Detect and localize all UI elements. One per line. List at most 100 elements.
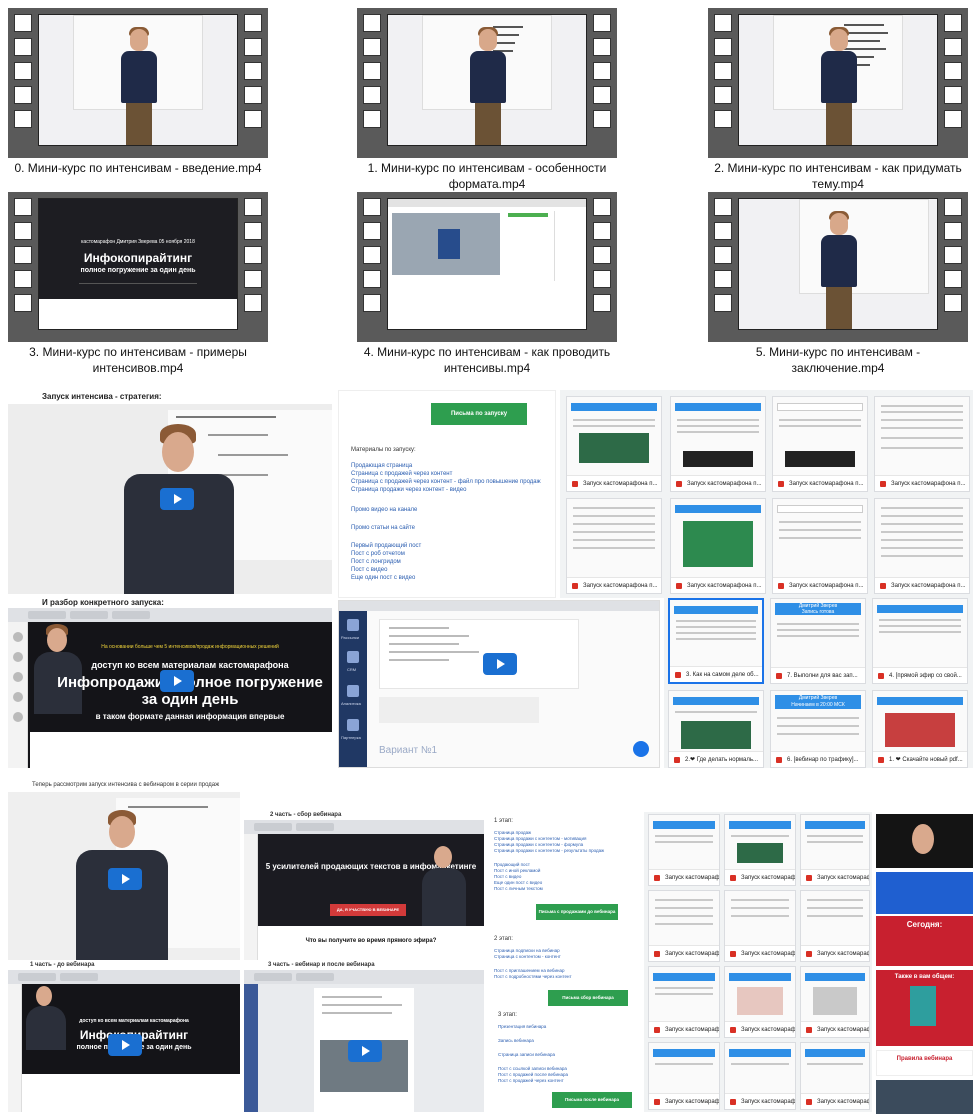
materials-link[interactable]: Страница продажи через контент - видео (351, 487, 466, 493)
video-filename[interactable]: 3. Мини-курс по интенсивам - примеры инт… (8, 344, 268, 376)
drive-file-card[interactable]: 2.❤ Где делать нормаль... (668, 690, 764, 768)
post-link[interactable]: Пост с лонгридом (351, 559, 401, 565)
video-thumbnail[interactable] (8, 8, 268, 158)
drive-file-card[interactable]: Запуск кастомарафона п... (648, 814, 720, 886)
video-thumbnail[interactable] (708, 192, 968, 342)
post-link[interactable]: Еще один пост с видео (351, 575, 415, 581)
stage-link[interactable]: Пост с продажей через контент (498, 1078, 564, 1083)
webinar-cta-button[interactable]: ДА, Я УЧАСТВУЮ В ВЕБИНАРЕ (330, 904, 406, 916)
drive-file-card[interactable]: Запуск кастомарафона п... (800, 966, 870, 1038)
stage-link[interactable]: Пост с личным текстом (494, 886, 543, 891)
drive-file-card[interactable]: Запуск кастомарафона п... (724, 1042, 796, 1110)
drive-file-card[interactable]: 4. [прямой эфир со свой... (872, 598, 968, 684)
play-button[interactable] (348, 1040, 382, 1062)
stage-link[interactable]: Пост с продажей после вебинара (498, 1072, 568, 1077)
stage-link[interactable]: Страница продажи с контентом - результат… (494, 848, 604, 853)
stage-link[interactable]: Страница с контентом - контент (494, 954, 561, 959)
play-button[interactable] (160, 488, 194, 510)
part3-video[interactable] (244, 970, 484, 1112)
stage-link[interactable]: Пост с приглашением на вебинар (494, 968, 565, 973)
play-button[interactable] (108, 868, 142, 890)
stage-letters-button[interactable]: Письма с продажами до вебинара (536, 904, 618, 920)
play-button[interactable] (483, 653, 517, 675)
drive-file-card[interactable]: Запуск кастомарафона п... (800, 1042, 870, 1110)
crm-nav-label[interactable]: Рассылки (341, 635, 359, 640)
video-filename[interactable]: 4. Мини-курс по интенсивам - как проводи… (357, 344, 617, 376)
drive-file-card[interactable]: Запуск кастомарафона п... (724, 966, 796, 1038)
stage-link[interactable]: Страница продаж (494, 830, 531, 835)
materials-link[interactable]: Страница с продажей через контент - файл… (351, 479, 541, 485)
video-thumbnail[interactable] (708, 8, 968, 158)
video-thumbnail[interactable] (357, 192, 617, 342)
slide-access: доступ ко всем материалам кастомарафона (79, 1018, 189, 1024)
materials-link[interactable]: Страница с продажей через контент (351, 471, 452, 477)
stage-link[interactable]: Презентация вебинара (498, 1024, 546, 1029)
stage-title: 2 этап: (494, 936, 513, 942)
stage-link[interactable]: Пост с ссылкой записи вебинара (498, 1066, 567, 1071)
crm-nav-label[interactable]: Аналитика (341, 701, 361, 706)
drive-file-card[interactable]: Дмитрий Зверев Запись готова 7. Выполни д… (770, 598, 866, 684)
crm-screenshot: Рассылки CRM Аналитика Партнерка Вариант… (338, 600, 660, 768)
drive-file-card[interactable]: Запуск кастомарафона п... (648, 966, 720, 1038)
drive-file-card[interactable]: Запуск кастомарафона п... (772, 396, 868, 492)
promo-article-link[interactable]: Промо статьи на сайте (351, 525, 415, 531)
drive-file-card[interactable]: Запуск кастомарафона п... (648, 890, 720, 962)
drive-file-card[interactable]: Запуск кастомарафона п... (800, 890, 870, 962)
analysis-video[interactable]: На основании больше чем 5 интенсивов/про… (8, 608, 332, 768)
video-filename[interactable]: 1. Мини-курс по интенсивам - особенности… (357, 160, 617, 192)
drive-file-card[interactable]: Запуск кастомарафона п... (874, 498, 970, 594)
presenter-figure (420, 846, 470, 926)
drive-file-card[interactable]: Запуск кастомарафона п... (800, 814, 870, 886)
drive-file-card[interactable]: 1. ❤ Скачайте новый pdf... (872, 690, 968, 768)
stage-link[interactable]: Страница продажи с контентом - мотивация (494, 836, 586, 841)
video-filename[interactable]: 2. Мини-курс по интенсивам - как придума… (708, 160, 968, 192)
stage-link[interactable]: Страница подписки на вебинар (494, 948, 560, 953)
stage-letters-button[interactable]: Письма после вебинара (552, 1092, 632, 1108)
video-thumbnail[interactable] (357, 8, 617, 158)
stage-letters-button[interactable]: Письма сбор вебинара (548, 990, 628, 1006)
stage-link[interactable]: Еще один пост с видео (494, 880, 542, 885)
drive-file-card[interactable]: 3. Как на самом деле об... (668, 598, 764, 684)
crm-nav-label[interactable]: Партнерка (341, 735, 361, 740)
webinar-question: Что вы получите во время прямого эфира? (305, 938, 437, 944)
chat-icon[interactable] (633, 741, 649, 757)
play-button[interactable] (160, 670, 194, 692)
promo-video-link[interactable]: Промо видео на канале (351, 507, 417, 513)
crm-nav-label[interactable]: CRM (347, 667, 356, 672)
film-perforation (363, 14, 381, 152)
part1-video[interactable]: доступ ко всем материалам кастомарафона … (8, 970, 240, 1112)
post-link[interactable]: Пост с роб отчетом (351, 551, 405, 557)
webinar-strategy-video[interactable] (8, 792, 240, 960)
launch-letters-button[interactable]: Письма по запуску (431, 403, 527, 425)
file-name: Запуск кастомарафона п... (817, 875, 869, 881)
stage-link[interactable]: Пост с видео (494, 874, 521, 879)
post-link[interactable]: Пост с видео (351, 567, 387, 573)
post-link[interactable]: Первый продающий пост (351, 543, 421, 549)
video-filename[interactable]: 5. Мини-курс по интенсивам - заключение.… (708, 344, 968, 376)
materials-title: Материалы по запуску: (351, 447, 416, 453)
stage-link[interactable]: Пост с подробностями через контент (494, 974, 572, 979)
drive-file-card[interactable]: Запуск кастомарафона п... (874, 396, 970, 492)
strategy-video[interactable] (8, 404, 332, 594)
drive-file-card[interactable]: Запуск кастомарафона п... (772, 498, 868, 594)
stage-link[interactable]: Страница записи вебинара (498, 1052, 555, 1057)
materials-link[interactable]: Продающая страница (351, 463, 412, 469)
drive-file-card[interactable]: Запуск кастомарафона п... (724, 814, 796, 886)
drive-file-card[interactable]: Запуск кастомарафона п... (566, 396, 662, 492)
drive-file-card[interactable]: Дмитрий Зверев Начинаем в 20:00 МСК 6. [в… (770, 690, 866, 768)
stage-link[interactable]: Продающий пост (494, 862, 530, 867)
drive-file-card[interactable]: Запуск кастомарафона п... (566, 498, 662, 594)
video-filename[interactable]: 0. Мини-курс по интенсивам - введение.mp… (8, 160, 268, 176)
stage-link[interactable]: Запись вебинара (498, 1038, 534, 1043)
video-thumbnail[interactable]: кастомарафон Дмитрия Зверева 05 ноября 2… (8, 192, 268, 342)
stage-link[interactable]: Пост с иной рекламой (494, 868, 540, 873)
film-perforation (593, 14, 611, 152)
drive-file-card[interactable]: Запуск кастомарафона п... (670, 396, 766, 492)
drive-file-card[interactable]: Запуск кастомарафона п... (724, 890, 796, 962)
film-perforation (714, 14, 732, 152)
play-button[interactable] (108, 1034, 142, 1056)
drive-file-card[interactable]: Запуск кастомарафона п... (670, 498, 766, 594)
file-name: Запуск кастомарафона п... (891, 481, 966, 487)
stage-link[interactable]: Страница продажи с контентом - формула (494, 842, 583, 847)
drive-file-card[interactable]: Запуск кастомарафона п... (648, 1042, 720, 1110)
